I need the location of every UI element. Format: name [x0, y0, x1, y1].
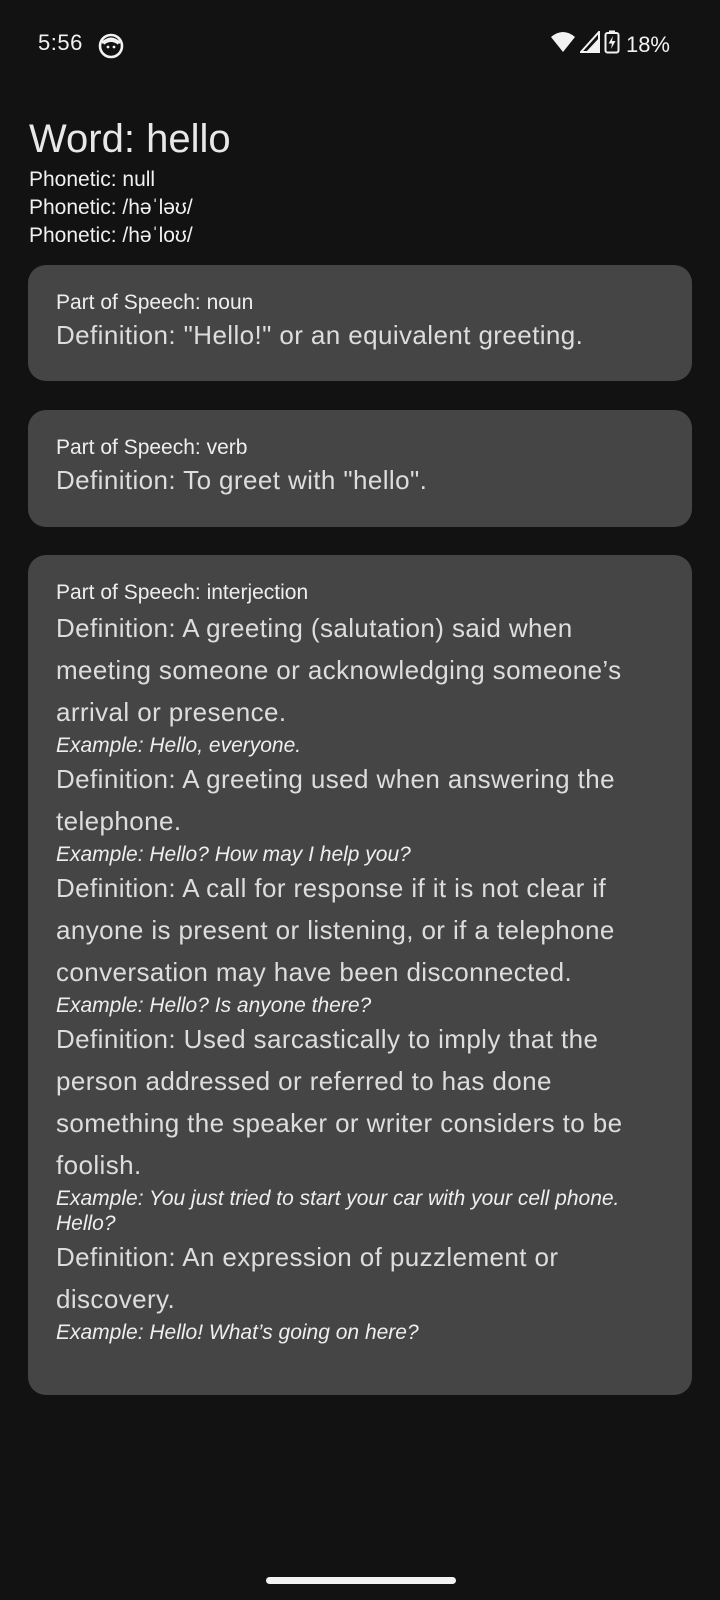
definition-text: Definition: An expression of puzzlement …: [56, 1242, 559, 1314]
definition-text: Definition: A greeting (salutation) said…: [56, 613, 622, 727]
definition-text: Definition: A call for response if it is…: [56, 873, 615, 987]
signal-icon: [578, 29, 600, 58]
phonetic-line: Phonetic: null: [29, 168, 156, 191]
battery-icon: [604, 30, 620, 59]
part-of-speech: Part of Speech: verb: [56, 436, 248, 459]
example-text: Example: You just tried to start your ca…: [56, 1187, 620, 1235]
status-time: 5:56: [38, 30, 83, 55]
status-icons: 18%: [550, 29, 670, 59]
definition-text: Definition: A greeting used when answeri…: [56, 764, 615, 836]
status-bar: 5:56 18%: [0, 0, 720, 90]
part-of-speech: Part of Speech: noun: [56, 291, 254, 314]
phonetic-line: Phonetic: /həˈloʊ/: [29, 224, 193, 247]
meaning-card-verb: Part of Speech: verb Definition: To gree…: [28, 410, 692, 527]
meaning-card-noun: Part of Speech: noun Definition: "Hello!…: [28, 265, 692, 381]
gesture-nav-handle[interactable]: [266, 1577, 456, 1584]
face-icon: [98, 33, 124, 59]
example-text: Example: Hello? Is anyone there?: [56, 994, 372, 1017]
battery-percentage: 18%: [625, 31, 670, 57]
wifi-icon: [550, 31, 576, 58]
meaning-card-interjection: Part of Speech: interjection Definition:…: [28, 555, 692, 1395]
definition-text: Definition: Used sarcastically to imply …: [56, 1024, 623, 1180]
word-title: Word: hello: [29, 117, 231, 161]
example-text: Example: Hello, everyone.: [56, 734, 302, 757]
definition-text: Definition: To greet with "hello".: [56, 465, 428, 495]
example-text: Example: Hello! What’s going on here?: [56, 1321, 419, 1344]
phonetic-line: Phonetic: /həˈləʊ/: [29, 196, 193, 219]
word-header: Word: hello Phonetic: null Phonetic: /hə…: [29, 112, 689, 250]
part-of-speech: Part of Speech: interjection: [56, 581, 309, 604]
example-text: Example: Hello? How may I help you?: [56, 843, 411, 866]
definition-text: Definition: "Hello!" or an equivalent gr…: [56, 320, 584, 350]
